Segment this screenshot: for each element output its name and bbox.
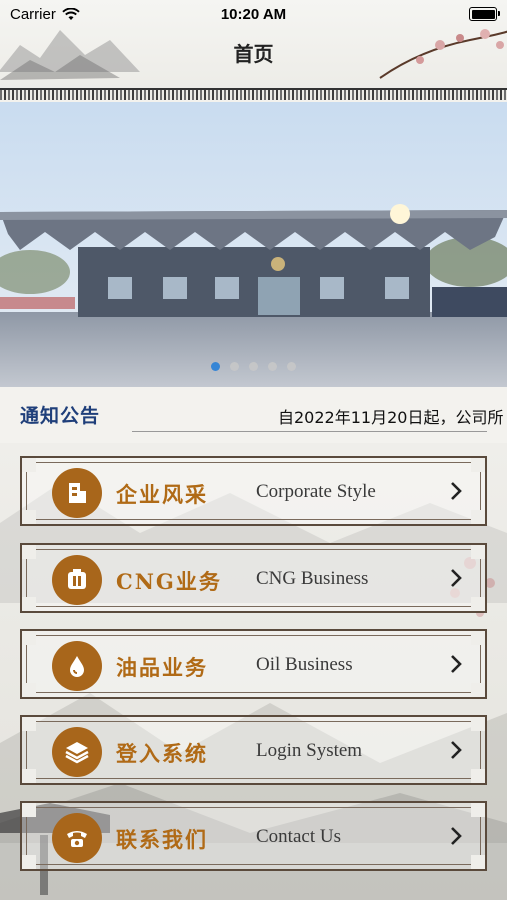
carrier-label: Carrier bbox=[10, 5, 56, 23]
frame-corner bbox=[471, 456, 487, 472]
frame-corner bbox=[471, 683, 487, 699]
carousel-dot[interactable] bbox=[230, 362, 239, 371]
chevron-right-icon bbox=[449, 480, 463, 506]
menu-item-oil-business[interactable]: 油品业务 Oil Business bbox=[20, 629, 487, 699]
frame-corner bbox=[20, 543, 36, 559]
frame-corner bbox=[20, 683, 36, 699]
notice-bar[interactable]: 通知公告 自2022年11月20日起，公司所 bbox=[0, 387, 507, 443]
menu-item-title-cn: 企业风采 bbox=[116, 482, 208, 507]
chevron-right-icon bbox=[449, 567, 463, 593]
frame-corner bbox=[471, 769, 487, 785]
banner-carousel[interactable] bbox=[0, 102, 507, 387]
building-icon bbox=[52, 468, 102, 518]
notice-title: 通知公告 bbox=[20, 405, 101, 427]
carousel-dot[interactable] bbox=[287, 362, 296, 371]
gas-tank-icon bbox=[52, 555, 102, 605]
frame-corner bbox=[20, 769, 36, 785]
phone-icon bbox=[52, 813, 102, 863]
carousel-dot[interactable] bbox=[249, 362, 258, 371]
frame-corner bbox=[471, 510, 487, 526]
chevron-right-icon bbox=[449, 739, 463, 765]
menu-item-title-en: Corporate Style bbox=[256, 481, 376, 502]
frame-corner bbox=[20, 801, 36, 817]
carousel-indicator bbox=[0, 362, 507, 371]
frame-corner bbox=[471, 801, 487, 817]
battery-icon bbox=[469, 7, 500, 21]
frame-corner bbox=[20, 855, 36, 871]
carousel-dot[interactable] bbox=[268, 362, 277, 371]
menu-item-title-en: CNG Business bbox=[256, 568, 369, 589]
menu-item-title-en: Oil Business bbox=[256, 654, 353, 675]
frame-corner bbox=[471, 597, 487, 613]
notice-divider bbox=[132, 431, 487, 432]
frame-corner bbox=[20, 510, 36, 526]
frame-corner bbox=[20, 456, 36, 472]
frame-corner bbox=[20, 629, 36, 645]
menu-item-title-en: Login System bbox=[256, 740, 363, 761]
carousel-dot[interactable] bbox=[211, 362, 220, 371]
page-title: 首页 bbox=[233, 42, 274, 66]
menu-item-contact-us[interactable]: 联系我们 Contact Us bbox=[20, 801, 487, 871]
layers-icon bbox=[52, 727, 102, 777]
frame-corner bbox=[471, 715, 487, 731]
banner-image bbox=[0, 102, 507, 387]
frame-corner bbox=[471, 629, 487, 645]
oil-drop-icon bbox=[52, 641, 102, 691]
frame-corner bbox=[471, 855, 487, 871]
menu-item-cng-business[interactable]: CNG业务 CNG Business bbox=[20, 543, 487, 613]
menu-item-title-cn: CNG业务 bbox=[116, 569, 222, 594]
menu-item-title-cn: 登入系统 bbox=[116, 741, 208, 766]
notice-marquee-text[interactable]: 自2022年11月20日起，公司所 bbox=[278, 404, 507, 428]
status-bar: Carrier 10:20 AM bbox=[0, 0, 507, 28]
frame-corner bbox=[20, 715, 36, 731]
chevron-right-icon bbox=[449, 825, 463, 851]
menu-item-login-system[interactable]: 登入系统 Login System bbox=[20, 715, 487, 785]
frame-corner bbox=[471, 543, 487, 559]
frame-corner bbox=[20, 597, 36, 613]
menu-item-corporate-style[interactable]: 企业风采 Corporate Style bbox=[20, 456, 487, 526]
menu-area: 企业风采 Corporate Style CNG业务 CNG Business 油品业务… bbox=[0, 443, 507, 900]
menu-item-title-cn: 联系我们 bbox=[116, 827, 208, 852]
menu-item-title-en: Contact Us bbox=[256, 826, 341, 847]
decorative-border bbox=[0, 88, 507, 100]
wifi-icon bbox=[62, 7, 80, 20]
chevron-right-icon bbox=[449, 653, 463, 679]
menu-item-title-cn: 油品业务 bbox=[116, 655, 208, 680]
